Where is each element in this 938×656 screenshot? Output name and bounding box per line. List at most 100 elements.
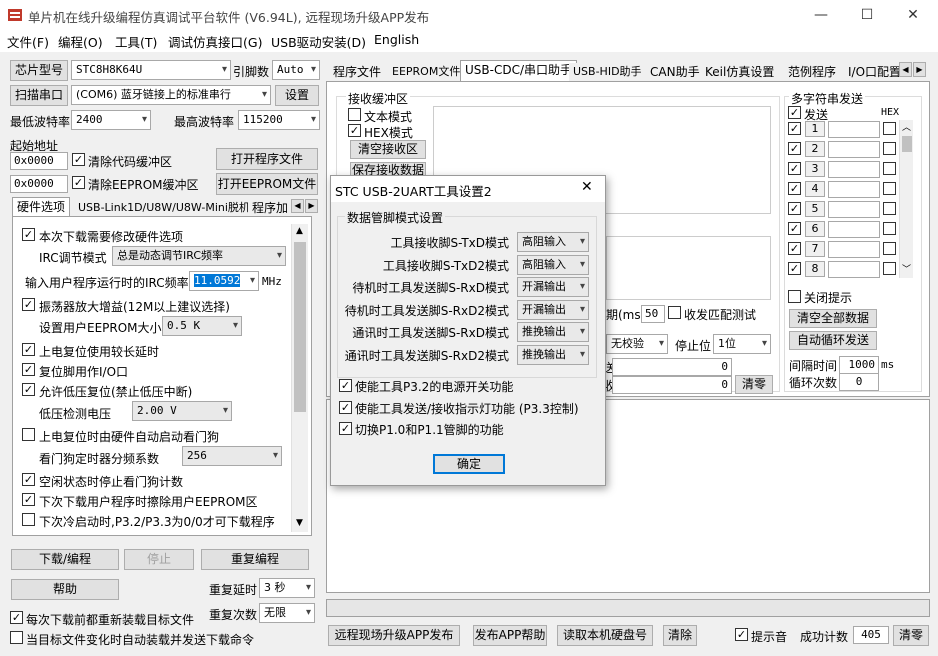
dialog-ok-button[interactable]: 确定 [433,454,505,474]
clear-success-button[interactable]: 清零 [893,625,929,646]
multi-send-row-checkbox[interactable]: ✓ [788,222,801,235]
tab-scroll-right-icon[interactable]: ▶ [913,62,926,77]
multi-send-row-button[interactable]: 8 [805,261,825,277]
multi-send-row-hex-checkbox[interactable] [883,122,896,135]
wdt-auto-checkbox[interactable] [22,428,35,441]
next-download-checkbox[interactable] [22,513,35,526]
timeout-input[interactable]: 50 [641,305,665,323]
scroll-thumb[interactable] [902,136,912,152]
multi-send-row-button[interactable]: 2 [805,141,825,157]
auto-loop-button[interactable]: 自动循环发送 [789,331,877,350]
min-baud-select[interactable]: 2400 ▾ [71,110,151,130]
scroll-down-icon[interactable]: ▼ [296,518,303,528]
loop-count-input[interactable]: 0 [839,373,879,391]
multi-send-row-hex-checkbox[interactable] [883,222,896,235]
multi-send-row-checkbox[interactable]: ✓ [788,182,801,195]
pin-count-select[interactable]: Auto ▾ [272,60,320,80]
multi-send-row-button[interactable]: 1 [805,121,825,137]
menu-usb-driver[interactable]: USB驱动安装(D) [271,32,366,51]
lvr-checkbox[interactable]: ✓ [22,383,35,396]
tab-eeprom-file[interactable]: EEPROM文件 [388,63,465,83]
clear-counter-button[interactable]: 清零 [735,375,773,394]
max-baud-select[interactable]: 115200 ▾ [238,110,320,130]
multi-send-row-checkbox[interactable]: ✓ [788,202,801,215]
tab-program-file[interactable]: 程序文件 [329,63,386,83]
chip-model-select[interactable]: STC8H8K64U ▾ [71,60,231,80]
multi-send-row-input[interactable] [828,121,880,138]
auto-reload-checkbox[interactable] [10,631,23,644]
multi-send-row-hex-checkbox[interactable] [883,202,896,215]
irc-freq-select[interactable]: 11.0592 ▾ [189,271,259,291]
tab-can[interactable]: CAN助手 [646,63,704,83]
multi-send-row-hex-checkbox[interactable] [883,142,896,155]
menu-english[interactable]: English [374,32,419,47]
scroll-up-icon[interactable]: ▲ [296,226,303,236]
clear-all-button[interactable]: 清空全部数据 [789,309,877,328]
options-scrollbar[interactable]: ▲ ▼ [291,224,308,532]
indicator-led-checkbox[interactable]: ✓ [339,401,352,414]
multi-send-row-button[interactable]: 6 [805,221,825,237]
clear-recv-button[interactable]: 清空接收区 [350,140,426,159]
stop-button[interactable]: 停止 [124,549,194,570]
pin-mode-row-select[interactable]: 开漏输出 ▾ [517,277,589,297]
clear-code-checkbox[interactable]: ✓ [72,153,85,166]
open-program-file-button[interactable]: 打开程序文件 [216,148,318,170]
multi-send-row-checkbox[interactable]: ✓ [788,122,801,135]
multi-send-row-input[interactable] [828,241,880,258]
read-disk-button[interactable]: 读取本机硬盘号 [557,625,653,646]
help-button[interactable]: 帮助 [11,579,119,600]
multi-send-row-hex-checkbox[interactable] [883,182,896,195]
multi-send-row-input[interactable] [828,161,880,178]
tab-usb-hid[interactable]: USB-HID助手 [569,63,646,83]
send-all-checkbox[interactable]: ✓ [788,106,801,119]
publish-help-button[interactable]: 发布APP帮助 [473,625,547,646]
power-reset-checkbox[interactable]: ✓ [22,343,35,356]
parity-select[interactable]: 无校验 ▾ [606,334,668,354]
tab-keil[interactable]: Keil仿真设置 [701,63,779,83]
menu-debug[interactable]: 调试仿真接口(G) [168,32,262,51]
pin-mode-row-select[interactable]: 推挽输出 ▾ [517,322,589,342]
maximize-button[interactable]: ☐ [844,0,890,30]
text-mode-checkbox[interactable] [348,108,361,121]
scroll-down-icon[interactable]: ﹀ [902,262,911,275]
recv-match-checkbox[interactable] [668,306,681,319]
menu-program[interactable]: 编程(O) [58,32,103,51]
multi-send-row-checkbox[interactable]: ✓ [788,162,801,175]
clear-eeprom-checkbox[interactable]: ✓ [72,176,85,189]
multi-send-row-input[interactable] [828,261,880,278]
tab-scroll-left-icon[interactable]: ◀ [291,199,304,213]
multi-send-row-checkbox[interactable]: ✓ [788,142,801,155]
tab-scroll-left-icon[interactable]: ◀ [899,62,912,77]
close-button[interactable]: ✕ [890,0,936,30]
scan-port-button[interactable]: 扫描串口 [10,85,68,106]
repeat-delay-select[interactable]: 3 秒 ▾ [259,578,315,598]
irc-mode-select[interactable]: 总是动态调节IRC频率 ▾ [112,246,286,266]
pin-mode-row-select[interactable]: 高阻输入 ▾ [517,254,589,275]
interval-input[interactable]: 1000 [839,356,879,374]
tab-hardware-options[interactable]: 硬件选项 [12,197,71,217]
minimize-button[interactable]: — [798,0,844,30]
idle-wdt-checkbox[interactable]: ✓ [22,473,35,486]
remote-upgrade-button[interactable]: 远程现场升级APP发布 [328,625,460,646]
stop-bit-select[interactable]: 1位 ▾ [713,334,771,354]
tab-scroll-right-icon[interactable]: ▶ [305,199,318,213]
power-switch-checkbox[interactable]: ✓ [339,379,352,392]
menu-file[interactable]: 文件(F) [7,32,49,51]
multi-send-row-checkbox[interactable]: ✓ [788,262,801,275]
osc-gain-checkbox[interactable]: ✓ [22,298,35,311]
hex-mode-checkbox[interactable]: ✓ [348,124,361,137]
eeprom-address-input[interactable]: 0x0000 [10,175,68,193]
tab-usb-cdc-serial[interactable]: USB-CDC/串口助手 [460,60,578,82]
pin-mode-row-select[interactable]: 高阻输入 ▾ [517,232,589,252]
repeat-count-select[interactable]: 无限 ▾ [259,603,315,623]
multi-send-scrollbar[interactable]: ︿ ﹀ [899,120,913,278]
eeprom-size-select[interactable]: 0.5 K ▾ [162,316,242,336]
dialog-close-icon[interactable]: ✕ [581,179,593,195]
multi-send-row-hex-checkbox[interactable] [883,162,896,175]
wdt-div-select[interactable]: 256 ▾ [182,446,282,466]
modify-hw-checkbox[interactable]: ✓ [22,228,35,241]
port-settings-button[interactable]: 设置 [275,85,319,106]
multi-send-row-button[interactable]: 7 [805,241,825,257]
multi-send-row-hex-checkbox[interactable] [883,242,896,255]
multi-send-row-input[interactable] [828,141,880,158]
